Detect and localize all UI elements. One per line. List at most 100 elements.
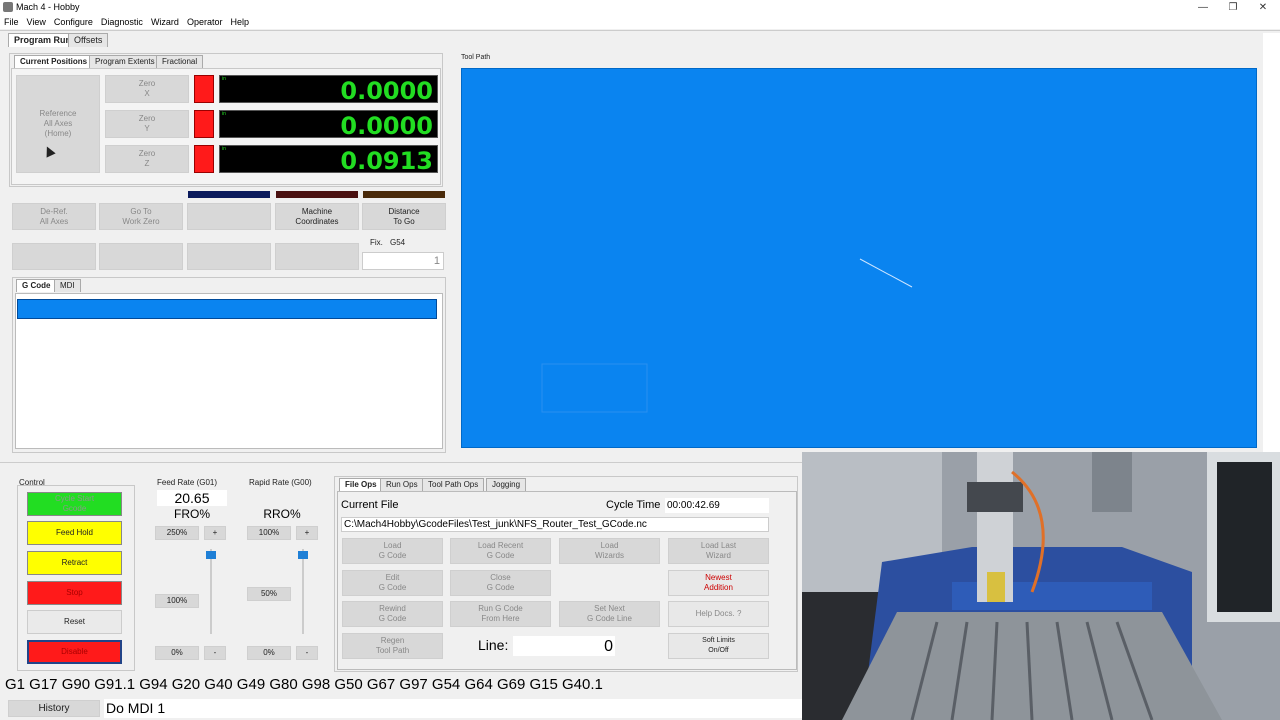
blank-button-5[interactable] xyxy=(275,243,359,270)
rro-max-button[interactable]: 100% xyxy=(247,526,291,540)
fro-slider-thumb[interactable] xyxy=(206,551,216,559)
deref-all-axes-button[interactable]: De-Ref. All Axes xyxy=(12,203,96,230)
go-to-work-zero-button[interactable]: Go To Work Zero xyxy=(99,203,183,230)
tab-gcode[interactable]: G Code xyxy=(16,279,57,292)
blank-button-3[interactable] xyxy=(99,243,183,270)
toolpath-outline xyxy=(541,363,648,413)
z-axis-dro: in 0.0913 xyxy=(219,145,438,175)
tab-run-ops[interactable]: Run Ops xyxy=(380,478,424,491)
toolpath-label: Tool Path xyxy=(461,54,491,61)
tab-jogging[interactable]: Jogging xyxy=(486,478,527,491)
zero-x-button[interactable]: Zero X xyxy=(105,75,189,103)
line-number-value: 0 xyxy=(513,636,615,656)
current-file-label: Current File xyxy=(341,499,399,511)
tab-program-extents[interactable]: Program Extents xyxy=(89,55,161,68)
blank-button-1[interactable] xyxy=(187,203,271,230)
y-axis-status-indicator xyxy=(194,110,214,138)
tab-offsets[interactable]: Offsets xyxy=(68,33,109,47)
window-title: Mach 4 - Hobby xyxy=(16,2,80,12)
fro-current-button[interactable]: 100% xyxy=(155,594,199,608)
fixture-number-field[interactable]: 1 xyxy=(362,252,444,270)
mdi-status-field[interactable]: Do MDI 1 xyxy=(104,699,802,718)
tab-mdi[interactable]: MDI xyxy=(54,279,81,292)
feed-rate-value: 20.65 xyxy=(157,490,227,506)
toolpath-view[interactable] xyxy=(461,68,1257,448)
rro-min-button[interactable]: 0% xyxy=(247,646,291,660)
webcam-overlay xyxy=(802,452,1280,720)
fixture-code: G54 xyxy=(390,238,406,247)
fixture-label: Fix. xyxy=(370,238,383,247)
y-position-value: 0.0000 xyxy=(340,112,433,140)
history-button[interactable]: History xyxy=(8,700,100,717)
line-label: Line: xyxy=(478,637,509,653)
reference-all-axes-button[interactable]: Reference All Axes (Home) xyxy=(16,75,100,173)
fro-max-button[interactable]: 250% xyxy=(155,526,199,540)
menu-view[interactable]: View xyxy=(23,15,50,29)
y-unit: in xyxy=(222,111,226,117)
rro-slider-track[interactable] xyxy=(302,549,304,634)
tab-tool-path-ops[interactable]: Tool Path Ops xyxy=(422,478,485,491)
z-axis-status-indicator xyxy=(194,145,214,173)
load-wizards-button[interactable]: Load Wizards xyxy=(559,538,660,564)
disable-button[interactable]: Disable xyxy=(27,640,122,664)
blank-button-2[interactable] xyxy=(12,243,96,270)
close-gcode-button[interactable]: Close G Code xyxy=(450,570,551,596)
fro-minus-button[interactable]: - xyxy=(204,646,226,660)
stop-button[interactable]: Stop xyxy=(27,581,122,605)
x-unit: in xyxy=(222,76,226,82)
feed-hold-button[interactable]: Feed Hold xyxy=(27,521,122,545)
restore-button[interactable]: ❐ xyxy=(1218,0,1248,15)
tab-current-positions[interactable]: Current Positions xyxy=(14,55,94,68)
cycle-time-label: Cycle Time xyxy=(606,499,661,511)
feed-rate-label: Feed Rate (G01) xyxy=(157,478,218,487)
load-last-wizard-button[interactable]: Load Last Wizard xyxy=(668,538,769,564)
load-gcode-button[interactable]: Load G Code xyxy=(342,538,443,564)
load-recent-gcode-button[interactable]: Load Recent G Code xyxy=(450,538,551,564)
webcam-scene xyxy=(802,452,1280,720)
zero-y-button[interactable]: Zero Y xyxy=(105,110,189,138)
reset-button[interactable]: Reset xyxy=(27,610,122,634)
edit-gcode-button[interactable]: Edit G Code xyxy=(342,570,443,596)
toolpath-segment xyxy=(859,258,913,288)
menu-diagnostic[interactable]: Diagnostic xyxy=(97,15,147,29)
fro-plus-button[interactable]: + xyxy=(204,526,226,540)
blank-button-4[interactable] xyxy=(187,243,271,270)
menu-wizard[interactable]: Wizard xyxy=(147,15,183,29)
distance-to-go-button[interactable]: Distance To Go xyxy=(362,203,446,230)
cycle-start-button[interactable]: Cycle Start Gcode xyxy=(27,492,122,516)
rro-plus-button[interactable]: + xyxy=(296,526,318,540)
toolpath-drawing xyxy=(541,258,913,413)
menu-operator[interactable]: Operator xyxy=(183,15,227,29)
cycle-time-value: 00:00:42.69 xyxy=(665,498,769,513)
menu-file[interactable]: File xyxy=(0,15,23,29)
soft-limits-button[interactable]: Soft Limits On/Off xyxy=(668,633,769,659)
newest-addition-button[interactable]: Newest Addition xyxy=(668,570,769,596)
indicator-strip-2 xyxy=(276,191,358,198)
fro-min-button[interactable]: 0% xyxy=(155,646,199,660)
fro-slider-track[interactable] xyxy=(210,549,212,634)
rro-slider-thumb[interactable] xyxy=(298,551,308,559)
title-bar: Mach 4 - Hobby — ❐ ✕ xyxy=(0,0,1280,15)
menu-help[interactable]: Help xyxy=(226,15,253,29)
menu-bar: File View Configure Diagnostic Wizard Operato… xyxy=(0,15,1280,29)
minimize-button[interactable]: — xyxy=(1188,0,1218,15)
rewind-gcode-button[interactable]: Rewind G Code xyxy=(342,601,443,627)
machine-coordinates-button[interactable]: Machine Coordinates xyxy=(275,203,359,230)
modal-gcode-line: G1 G17 G90 G91.1 G94 G20 G40 G49 G80 G98… xyxy=(5,676,603,693)
z-unit: in xyxy=(222,146,226,152)
close-button[interactable]: ✕ xyxy=(1248,0,1278,15)
zero-z-button[interactable]: Zero Z xyxy=(105,145,189,173)
tab-file-ops[interactable]: File Ops xyxy=(339,478,383,491)
set-next-gcode-line-button[interactable]: Set Next G Code Line xyxy=(559,601,660,627)
tab-program-run[interactable]: Program Run xyxy=(8,33,78,47)
tab-fractional[interactable]: Fractional xyxy=(156,55,204,68)
regen-tool-path-button[interactable]: Regen Tool Path xyxy=(342,633,443,659)
x-axis-status-indicator xyxy=(194,75,214,103)
menu-configure[interactable]: Configure xyxy=(50,15,97,29)
run-gcode-from-here-button[interactable]: Run G Code From Here xyxy=(450,601,551,627)
retract-button[interactable]: Retract xyxy=(27,551,122,575)
rapid-rate-label: Rapid Rate (G00) xyxy=(249,478,312,487)
rro-minus-button[interactable]: - xyxy=(296,646,318,660)
help-docs-button[interactable]: Help Docs. ? xyxy=(668,601,769,627)
rro-current-button[interactable]: 50% xyxy=(247,587,291,601)
